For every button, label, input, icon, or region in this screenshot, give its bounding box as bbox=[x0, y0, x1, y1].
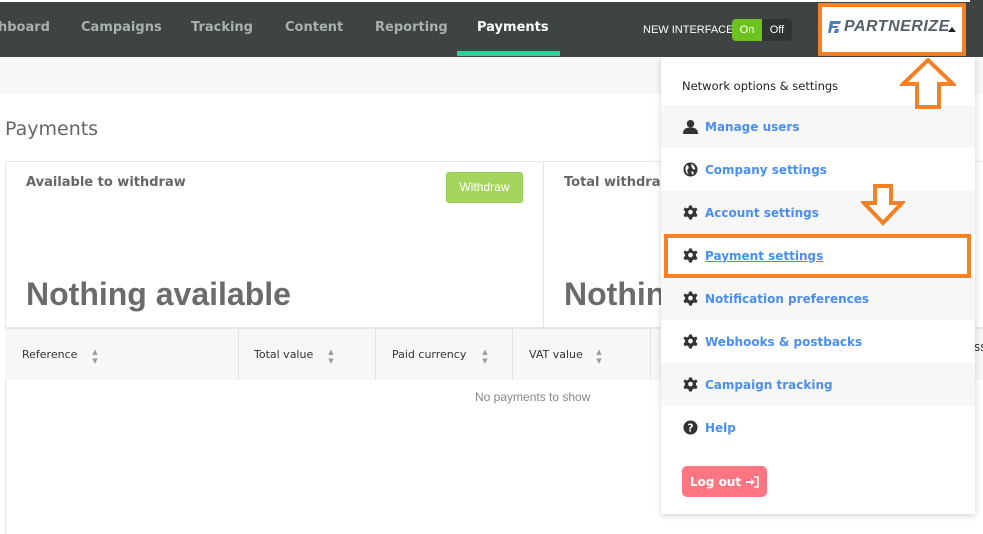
partnerize-logo-icon bbox=[828, 21, 841, 33]
sort-icon[interactable]: ▲ ▼ bbox=[481, 348, 489, 366]
menu-item-company-settings[interactable]: Company settings bbox=[661, 148, 975, 191]
menu-item-account-settings[interactable]: Account settings bbox=[661, 191, 975, 234]
toggle-off[interactable]: Off bbox=[762, 19, 792, 41]
available-label: Available to withdraw bbox=[26, 175, 186, 190]
help-icon: ? bbox=[682, 420, 698, 436]
new-interface-label: NEW INTERFACE bbox=[643, 24, 734, 36]
logout-button[interactable]: Log out bbox=[682, 466, 767, 497]
gear-icon bbox=[682, 248, 698, 264]
nav-item-payments[interactable]: Payments bbox=[477, 20, 549, 35]
gear-icon bbox=[682, 377, 698, 393]
nav-item-dashboard[interactable]: hboard bbox=[0, 20, 50, 35]
nav-item-campaigns[interactable]: Campaigns bbox=[81, 20, 162, 35]
active-tab-indicator bbox=[457, 51, 560, 56]
brand-menu-button[interactable]: PARTNERIZE bbox=[828, 18, 950, 36]
nav-item-reporting[interactable]: Reporting bbox=[375, 20, 448, 35]
user-icon bbox=[682, 119, 698, 135]
menu-item-manage-users[interactable]: Manage users bbox=[661, 105, 975, 148]
total-withdraw-label: Total withdraw bbox=[564, 175, 673, 190]
withdraw-button[interactable]: Withdraw bbox=[446, 172, 523, 203]
nav-item-content[interactable]: Content bbox=[285, 20, 343, 35]
menu-item-help[interactable]: ? Help bbox=[661, 406, 975, 449]
column-header-reference[interactable]: Reference ▲ ▼ bbox=[5, 328, 239, 380]
page-title: Payments bbox=[5, 118, 99, 140]
total-withdraw-value: Nothin bbox=[564, 276, 666, 312]
table-border bbox=[5, 380, 6, 534]
column-header-vat-value[interactable]: VAT value ▲ ▼ bbox=[513, 328, 651, 380]
partial-column-header: ss bbox=[974, 340, 983, 354]
gear-icon bbox=[682, 291, 698, 307]
sort-icon[interactable]: ▲ ▼ bbox=[327, 348, 335, 366]
column-header-paid-currency[interactable]: Paid currency ▲ ▼ bbox=[376, 328, 513, 380]
topbar-edge bbox=[970, 0, 983, 57]
menu-item-payment-settings[interactable]: Payment settings bbox=[661, 234, 975, 277]
sign-in-icon bbox=[746, 475, 759, 488]
nav-item-tracking[interactable]: Tracking bbox=[191, 20, 253, 35]
gear-icon bbox=[682, 205, 698, 221]
column-header-total-value[interactable]: Total value ▲ ▼ bbox=[239, 328, 376, 380]
brand-name: PARTNERIZE bbox=[844, 18, 950, 35]
sort-icon[interactable]: ▲ ▼ bbox=[595, 348, 603, 366]
menu-item-campaign-tracking[interactable]: Campaign tracking bbox=[661, 363, 975, 406]
svg-text:?: ? bbox=[687, 422, 693, 434]
gear-icon bbox=[682, 334, 698, 350]
empty-table-message: No payments to show bbox=[475, 390, 591, 404]
card-divider bbox=[543, 162, 544, 328]
menu-item-webhooks-postbacks[interactable]: Webhooks & postbacks bbox=[661, 320, 975, 363]
caret-up-icon[interactable] bbox=[948, 27, 956, 32]
menu-heading: Network options & settings bbox=[682, 79, 839, 93]
new-interface-toggle[interactable]: On Off bbox=[732, 19, 792, 41]
available-value: Nothing available bbox=[26, 276, 291, 312]
globe-icon bbox=[682, 162, 698, 178]
network-settings-dropdown: Network options & settings Manage users … bbox=[661, 57, 975, 514]
toggle-on[interactable]: On bbox=[732, 19, 762, 41]
menu-item-notification-preferences[interactable]: Notification preferences bbox=[661, 277, 975, 320]
sort-icon[interactable]: ▲ ▼ bbox=[91, 348, 99, 366]
